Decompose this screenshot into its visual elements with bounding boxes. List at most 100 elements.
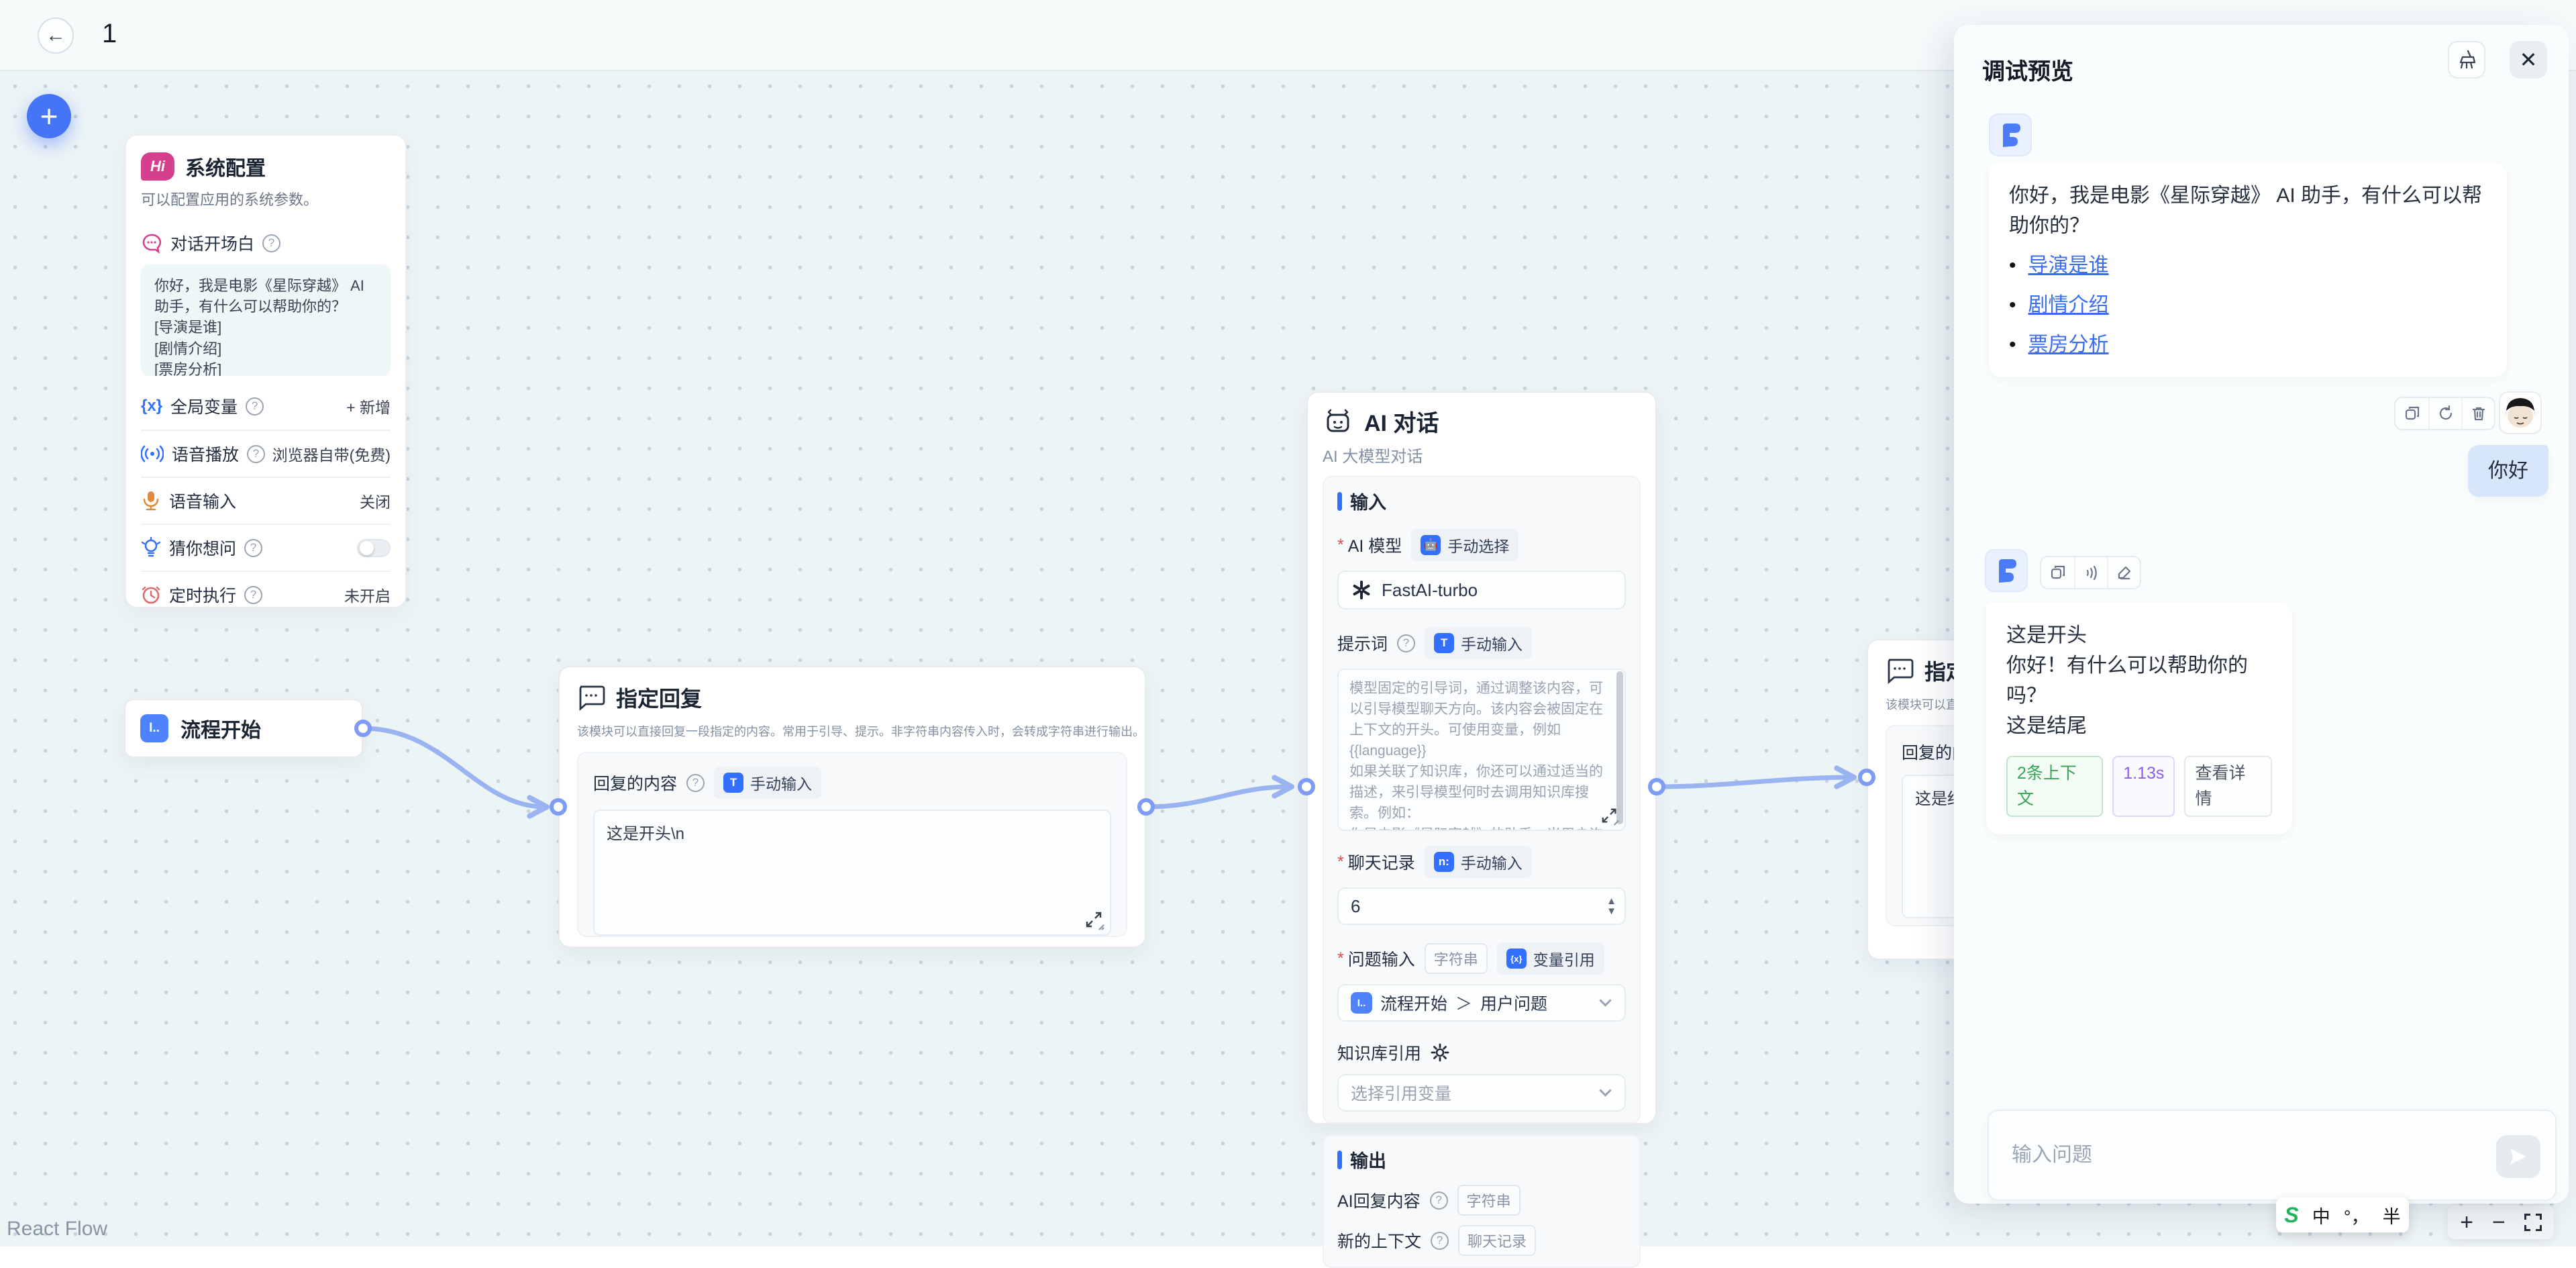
ai-message-bubble: 这是开头 你好！有什么可以帮助你的吗？ 这是结尾 2条上下文 1.13s 查看详… bbox=[1986, 603, 2292, 834]
scrollbar[interactable] bbox=[1616, 671, 1623, 824]
ai-message-toolbar bbox=[2040, 556, 2141, 589]
broom-icon bbox=[2457, 50, 2476, 70]
handle-reply2-in[interactable] bbox=[1858, 769, 1875, 786]
clock-icon bbox=[141, 585, 161, 605]
handle-ai-out[interactable] bbox=[1648, 778, 1665, 795]
voice-icon[interactable] bbox=[2074, 557, 2107, 588]
app-title: 1 bbox=[102, 19, 117, 49]
fastgpt-logo-icon bbox=[1998, 121, 2023, 148]
flow-start-mini-icon: I.. bbox=[1351, 992, 1372, 1014]
resize-icon[interactable] bbox=[1084, 910, 1104, 930]
context-count-badge[interactable]: 2条上下文 bbox=[2006, 756, 2103, 817]
view-detail-button[interactable]: 查看详情 bbox=[2184, 756, 2272, 817]
model-mode-chip[interactable]: 🤖 手动选择 bbox=[1411, 529, 1518, 561]
variables-icon: {x} bbox=[141, 397, 162, 416]
chat-input[interactable] bbox=[2012, 1111, 2441, 1200]
user-message-toolbar bbox=[2394, 397, 2495, 430]
manual-input-chip[interactable]: T 手动输入 bbox=[714, 767, 821, 799]
user-message-bubble: 你好 bbox=[2468, 445, 2548, 497]
latency-badge[interactable]: 1.13s bbox=[2112, 756, 2175, 817]
prompt-textarea[interactable]: 模型固定的引导词，通过调整该内容，可以引导模型聊天方向。该内容会被固定在上下文的… bbox=[1337, 669, 1626, 831]
resize-icon[interactable] bbox=[1600, 807, 1619, 826]
ime-toolbar[interactable]: S 中 °， 半 bbox=[2276, 1198, 2409, 1232]
help-icon[interactable]: ? bbox=[244, 586, 262, 604]
zoom-out-button[interactable]: − bbox=[2492, 1211, 2506, 1234]
help-icon[interactable]: ? bbox=[1397, 634, 1415, 652]
list-item[interactable]: • 剧情介绍 bbox=[2009, 290, 2487, 320]
fastgpt-logo-icon bbox=[1994, 557, 2019, 584]
system-config-card: Hi 系统配置 可以配置应用的系统参数。 对话开场白 ? 你好，我是电影《星际穿… bbox=[125, 134, 407, 608]
copy-icon[interactable] bbox=[2041, 557, 2074, 588]
fit-view-button[interactable] bbox=[2524, 1214, 2542, 1231]
help-icon[interactable]: ? bbox=[246, 397, 264, 416]
ime-engine-icon[interactable]: S bbox=[2284, 1203, 2298, 1228]
add-variable-button[interactable]: + 新增 bbox=[346, 395, 391, 418]
help-icon[interactable]: ? bbox=[262, 234, 280, 252]
kb-reference-select[interactable]: 选择引用变量 bbox=[1337, 1074, 1626, 1112]
opening-textarea[interactable]: 你好，我是电影《星际穿越》 AI 助手，有什么可以帮助你的？ [导演是谁] [剧… bbox=[141, 264, 391, 376]
number-stepper[interactable]: ▲▼ bbox=[1606, 896, 1616, 916]
gear-icon[interactable] bbox=[1431, 1043, 1449, 1062]
clear-chat-button[interactable] bbox=[2448, 41, 2485, 79]
robot-mini-icon: 🤖 bbox=[1421, 535, 1441, 555]
react-flow-attribution: React Flow bbox=[7, 1218, 107, 1240]
handle-reply1-in[interactable] bbox=[550, 798, 567, 816]
variable-ref-chip[interactable]: {x} 变量引用 bbox=[1497, 942, 1604, 975]
help-icon[interactable]: ? bbox=[1431, 1232, 1449, 1250]
debug-panel-title: 调试预览 bbox=[1982, 53, 2073, 86]
type-badge: 字符串 bbox=[1457, 1185, 1521, 1216]
user-avatar bbox=[2499, 391, 2542, 434]
hi-chat-icon: Hi bbox=[141, 152, 174, 181]
type-badge: 聊天记录 bbox=[1458, 1225, 1536, 1256]
row-tts[interactable]: 语音播放 ? 浏览器自带(免费) bbox=[141, 430, 391, 477]
close-icon[interactable]: ✕ bbox=[2510, 41, 2547, 79]
help-icon[interactable]: ? bbox=[686, 774, 705, 792]
model-select[interactable]: FastAI-turbo bbox=[1337, 571, 1626, 609]
ime-punct[interactable]: °， bbox=[2344, 1202, 2369, 1228]
ime-mode[interactable]: 中 bbox=[2312, 1202, 2330, 1228]
help-icon[interactable]: ? bbox=[247, 445, 265, 463]
ai-avatar bbox=[1985, 549, 2028, 592]
handle-reply1-out[interactable] bbox=[1137, 798, 1155, 816]
row-stt[interactable]: 语音输入 关闭 bbox=[141, 477, 391, 524]
list-item[interactable]: • 票房分析 bbox=[2009, 330, 2487, 360]
row-schedule[interactable]: 定时执行 ? 未开启 bbox=[141, 571, 391, 618]
retry-icon[interactable] bbox=[2428, 398, 2461, 429]
history-count-input[interactable]: 6 ▲▼ bbox=[1337, 887, 1626, 925]
ime-width[interactable]: 半 bbox=[2383, 1202, 2401, 1228]
reply-bubble-icon bbox=[577, 684, 605, 711]
list-item[interactable]: • 导演是谁 bbox=[2009, 250, 2487, 281]
openai-logo-icon bbox=[1351, 579, 1372, 601]
flow-start-icon: I.. bbox=[140, 714, 168, 742]
debug-preview-panel: 调试预览 ✕ 你好，我是电影《星际穿越》 AI 助手，有什么可以帮助你的？ • … bbox=[1954, 25, 2569, 1204]
reply-start-textarea[interactable]: 这是开头\n bbox=[593, 810, 1111, 936]
speaker-waves-icon bbox=[141, 444, 164, 464]
back-button[interactable]: ← bbox=[38, 17, 74, 54]
prompt-mode-chip[interactable]: T 手动输入 bbox=[1425, 627, 1532, 659]
row-global-variables[interactable]: {x} 全局变量 ? + 新增 bbox=[141, 383, 391, 430]
handle-start-out[interactable] bbox=[354, 720, 372, 737]
edit-icon[interactable] bbox=[2107, 557, 2140, 588]
quick-link[interactable]: 导演是谁 bbox=[2028, 250, 2109, 281]
node-flow-start[interactable]: I.. 流程开始 bbox=[124, 699, 363, 758]
chat-input-box bbox=[1988, 1110, 2557, 1201]
guess-question-toggle[interactable] bbox=[357, 539, 391, 557]
handle-ai-in[interactable] bbox=[1298, 778, 1315, 795]
question-source-select[interactable]: I.. 流程开始 ＞ 用户问题 bbox=[1337, 984, 1626, 1022]
send-button[interactable] bbox=[2496, 1135, 2540, 1178]
opening-label: 对话开场白 bbox=[170, 231, 254, 255]
help-icon[interactable]: ? bbox=[1430, 1191, 1448, 1210]
copy-icon[interactable] bbox=[2395, 398, 2428, 429]
add-node-button[interactable]: + bbox=[27, 94, 71, 138]
row-guess-question[interactable]: 猜你想问 ? bbox=[141, 524, 391, 571]
quick-link[interactable]: 剧情介绍 bbox=[2028, 290, 2109, 320]
send-icon bbox=[2507, 1145, 2530, 1168]
quick-link[interactable]: 票房分析 bbox=[2028, 330, 2109, 360]
zoom-in-button[interactable]: + bbox=[2460, 1211, 2473, 1234]
delete-icon[interactable] bbox=[2461, 398, 2494, 429]
node-ai-chat[interactable]: AI 对话 AI 大模型对话 输入 * AI 模型 🤖 手动选择 bbox=[1306, 391, 1657, 1124]
history-mode-chip[interactable]: n: 手动输入 bbox=[1425, 846, 1532, 878]
robot-icon bbox=[1323, 407, 1353, 436]
help-icon[interactable]: ? bbox=[244, 539, 262, 557]
node-reply-start[interactable]: 指定回复 该模块可以直接回复一段指定的内容。常用于引导、提示。非字符串内容传入时… bbox=[558, 666, 1146, 948]
